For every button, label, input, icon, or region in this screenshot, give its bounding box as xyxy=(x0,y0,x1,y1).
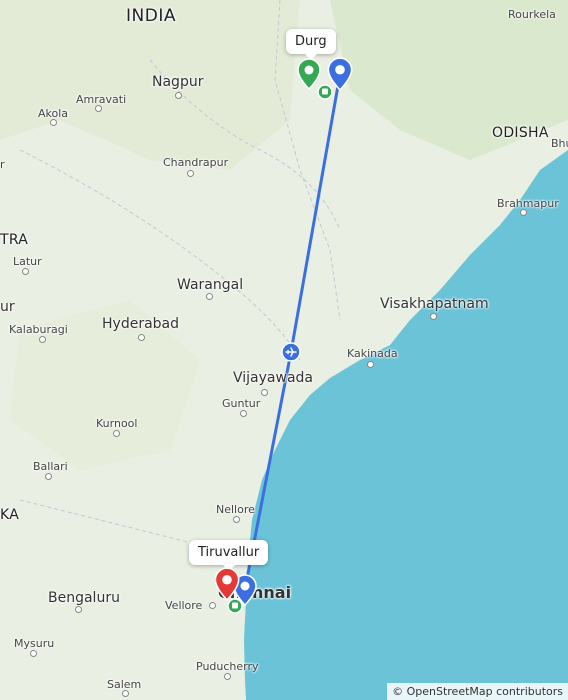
city-dot xyxy=(95,105,102,112)
label-vellore: Vellore xyxy=(165,599,203,612)
label-kakinada: Kakinada xyxy=(347,347,398,360)
city-dot xyxy=(22,268,29,275)
label-tra: TRA xyxy=(0,232,29,248)
city-dot xyxy=(138,334,145,341)
label-guntur: Guntur xyxy=(222,397,261,410)
label-odisha: ODISHA xyxy=(492,125,549,141)
label-nagpur: Nagpur xyxy=(152,74,204,90)
city-dot xyxy=(209,602,216,609)
label-bhu: Bhu xyxy=(551,137,568,150)
city-dot xyxy=(367,361,374,368)
label-nellore: Nellore xyxy=(216,503,255,516)
city-dot xyxy=(187,170,194,177)
city-dot xyxy=(240,410,247,417)
label-ballari: Ballari xyxy=(33,460,68,473)
label-latur: Latur xyxy=(13,255,42,268)
airplane-icon[interactable] xyxy=(281,342,301,362)
label-ka: KA xyxy=(0,507,20,523)
train-station-icon[interactable] xyxy=(227,598,243,614)
city-dot xyxy=(75,606,82,613)
city-dot xyxy=(39,336,46,343)
city-dot xyxy=(122,690,129,697)
departure-airport-pin-icon[interactable] xyxy=(327,57,353,91)
tiruvallur-callout[interactable]: Tiruvallur xyxy=(189,540,269,571)
label-bengaluru: Bengaluru xyxy=(48,590,120,606)
map-attribution[interactable]: © OpenStreetMap contributors xyxy=(387,683,568,700)
city-dot xyxy=(206,293,213,300)
map-canvas[interactable]: INDIA Rourkela Nagpur Amravati Akola ODI… xyxy=(0,0,568,700)
label-kurnool: Kurnool xyxy=(96,417,138,430)
city-dot xyxy=(45,473,52,480)
city-dot xyxy=(520,209,527,216)
label-chandrapur: Chandrapur xyxy=(163,156,229,169)
city-dot xyxy=(30,650,37,657)
label-rourkela: Rourkela xyxy=(508,8,556,21)
city-dot xyxy=(113,430,120,437)
city-dot xyxy=(50,119,57,126)
label-puducherry: Puducherry xyxy=(196,660,259,673)
city-dot xyxy=(430,313,437,320)
city-dot xyxy=(233,516,240,523)
label-warangal: Warangal xyxy=(177,277,244,293)
durg-callout[interactable]: Durg xyxy=(286,29,336,60)
label-r: r xyxy=(0,158,5,171)
label-india: INDIA xyxy=(126,6,176,26)
label-visakhapatnam: Visakhapatnam xyxy=(380,296,489,312)
label-kalaburagi: Kalaburagi xyxy=(9,323,68,336)
label-brahmapur: Brahmapur xyxy=(497,197,559,210)
label-hyderabad: Hyderabad xyxy=(102,316,179,332)
label-ur: ur xyxy=(0,299,15,315)
label-vijayawada: Vijayawada xyxy=(233,370,313,386)
city-dot xyxy=(261,389,268,396)
city-dot xyxy=(175,92,182,99)
city-dot xyxy=(224,673,231,680)
label-amravati: Amravati xyxy=(76,93,127,106)
destination-pin-icon[interactable] xyxy=(214,567,240,601)
label-mysuru: Mysuru xyxy=(14,637,55,650)
